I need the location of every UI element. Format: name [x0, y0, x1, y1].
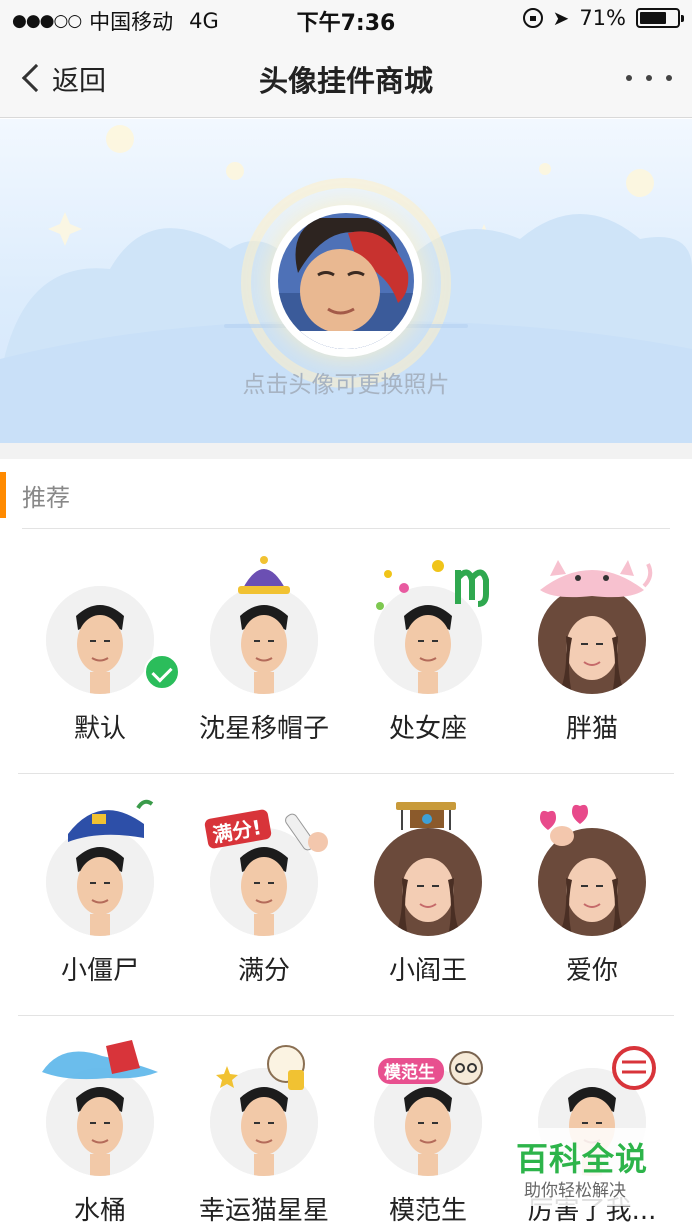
pendant-label: 小阎王: [388, 956, 467, 986]
status-bar: ●●●○○ 中国移动 4G 下午7:36 ➤ 71%: [0, 0, 692, 38]
divider: [22, 528, 670, 529]
section-accent-bar: [0, 472, 6, 518]
more-options-button[interactable]: [626, 66, 672, 90]
dot-icon: [666, 75, 672, 81]
change-photo-hint: 点击头像可更换照片: [242, 372, 450, 398]
orientation-lock-icon: [522, 8, 543, 28]
selected-check-icon: [144, 654, 180, 690]
section-gap: [0, 443, 692, 459]
pendant-item-fat-cat[interactable]: 胖猫: [510, 530, 674, 760]
pendant-item-role-model[interactable]: 模范生 模范生: [346, 1012, 510, 1230]
location-arrow-icon: ➤: [552, 6, 570, 30]
pendant-item-hat[interactable]: 沈星移帽子: [182, 530, 346, 760]
pendant-item-default[interactable]: 默认: [18, 530, 182, 760]
battery-icon: [636, 8, 684, 28]
pendant-label: 爱你: [565, 956, 618, 986]
avatar-preview: [210, 1068, 318, 1176]
pendant-item-full-score[interactable]: 满分! 满分: [182, 772, 346, 1002]
pendant-label: 处女座: [388, 714, 467, 744]
pendant-label: 水桶: [73, 1196, 126, 1226]
chevron-left-icon: [21, 63, 51, 93]
avatar-preview: [374, 586, 482, 694]
pendant-label: 模范生: [388, 1196, 467, 1226]
pendant-label: 沈星移帽子: [198, 714, 329, 744]
pendant-label: 默认: [73, 714, 126, 744]
pendant-item-love-you[interactable]: 爱你: [510, 772, 674, 1002]
avatar-banner: 点击头像可更换照片: [0, 119, 692, 443]
watermark-title: 百科全说: [516, 1140, 649, 1178]
pendant-label: 满分: [237, 956, 290, 986]
section-title: 推荐: [22, 484, 70, 512]
avatar-preview: [210, 828, 318, 936]
pendant-label: 小僵尸: [60, 956, 139, 986]
avatar-preview: [210, 586, 318, 694]
pendant-label: 幸运猫星星: [198, 1196, 329, 1226]
pendant-item-virgo[interactable]: 处女座: [346, 530, 510, 760]
back-label: 返回: [52, 65, 106, 97]
avatar-preview: [46, 828, 154, 936]
watermark-subtitle: 助你轻松解决: [524, 1181, 626, 1201]
dot-icon: [646, 75, 652, 81]
navigation-bar: 返回 头像挂件商城: [0, 38, 692, 118]
pendant-item-little-king[interactable]: 小阎王: [346, 772, 510, 1002]
battery-fill: [640, 12, 666, 24]
avatar-preview: [538, 828, 646, 936]
pendant-label: 胖猫: [565, 714, 618, 744]
dot-icon: [626, 75, 632, 81]
battery-percent: 71%: [579, 6, 626, 30]
pendant-item-bucket[interactable]: 水桶: [18, 1012, 182, 1230]
avatar-preview: [538, 586, 646, 694]
back-button[interactable]: 返回: [18, 56, 106, 100]
avatar-preview: [374, 828, 482, 936]
watermark-logo: 百科全说 助你轻松解决: [500, 1128, 660, 1206]
section-header-recommended: 推荐: [0, 470, 692, 518]
pendant-item-lucky-cat-star[interactable]: 幸运猫星星: [182, 1012, 346, 1230]
avatar-preview: [374, 1068, 482, 1176]
status-right: ➤ 71%: [522, 6, 684, 30]
avatar-preview: [46, 586, 154, 694]
user-avatar-photo[interactable]: [278, 213, 414, 349]
avatar-preview: [46, 1068, 154, 1176]
pendant-item-zombie[interactable]: 小僵尸: [18, 772, 182, 1002]
